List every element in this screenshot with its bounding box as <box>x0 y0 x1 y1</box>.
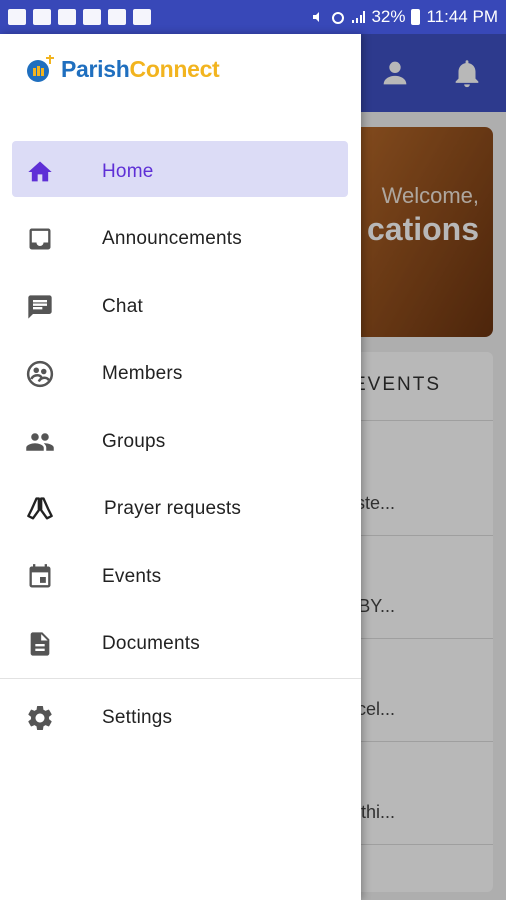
logo-text: ParishConnect <box>61 55 220 82</box>
inbox-icon <box>24 223 56 255</box>
nav-label-groups: Groups <box>102 430 166 452</box>
calendar-icon <box>24 561 56 593</box>
members-icon <box>24 358 56 390</box>
mail-icon <box>33 9 51 25</box>
nav-label-documents: Documents <box>102 633 200 655</box>
nav-label-announcements: Announcements <box>102 228 242 250</box>
nav-divider <box>0 678 361 679</box>
groups-icon <box>24 426 56 458</box>
nav-item-home[interactable]: Home <box>0 138 361 206</box>
nav-label-settings: Settings <box>102 707 173 728</box>
church-logo-icon <box>27 55 54 82</box>
home-icon <box>24 156 56 188</box>
notification-icons <box>8 9 151 25</box>
nav-label-home: Home <box>102 160 154 182</box>
image-icon <box>58 9 76 25</box>
facebook-icon <box>133 9 151 25</box>
mute-icon <box>313 12 320 22</box>
battery-percent: 32% <box>371 7 406 26</box>
nav-list: Home Announcements Chat Members Groups P… <box>0 138 361 678</box>
signal-icon <box>352 11 366 23</box>
alarm-icon <box>332 12 345 24</box>
navigation-drawer: ParishConnect Home Announcements Chat Me… <box>0 34 361 900</box>
nav-item-members[interactable]: Members <box>0 341 361 409</box>
nav-item-settings[interactable]: Settings <box>0 684 361 752</box>
system-icons: 32% 11:44 PM <box>311 7 498 27</box>
nav-label-events: Events <box>102 565 162 587</box>
chat-icon <box>24 291 56 323</box>
document-icon <box>24 628 56 660</box>
gear-icon <box>24 702 56 734</box>
nav-label-prayer-requests: Prayer requests <box>104 498 242 520</box>
message-icon <box>8 9 26 25</box>
card-icon <box>108 9 126 25</box>
nav-item-groups[interactable]: Groups <box>0 408 361 476</box>
nav-label-chat: Chat <box>102 295 143 317</box>
nav-item-events[interactable]: Events <box>0 543 361 611</box>
parishconnect-logo: ParishConnect <box>25 54 220 84</box>
active-highlight <box>12 141 348 197</box>
nav-item-prayer-requests[interactable]: Prayer requests <box>0 476 361 544</box>
battery-icon <box>411 9 421 25</box>
nav-item-chat[interactable]: Chat <box>0 273 361 341</box>
clock: 11:44 PM <box>426 7 498 26</box>
praying-hands-icon <box>24 493 56 525</box>
sync-icon <box>83 9 101 25</box>
nav-label-members: Members <box>102 363 183 385</box>
nav-item-announcements[interactable]: Announcements <box>0 206 361 274</box>
status-bar: 32% 11:44 PM <box>0 0 506 34</box>
nav-item-documents[interactable]: Documents <box>0 611 361 679</box>
